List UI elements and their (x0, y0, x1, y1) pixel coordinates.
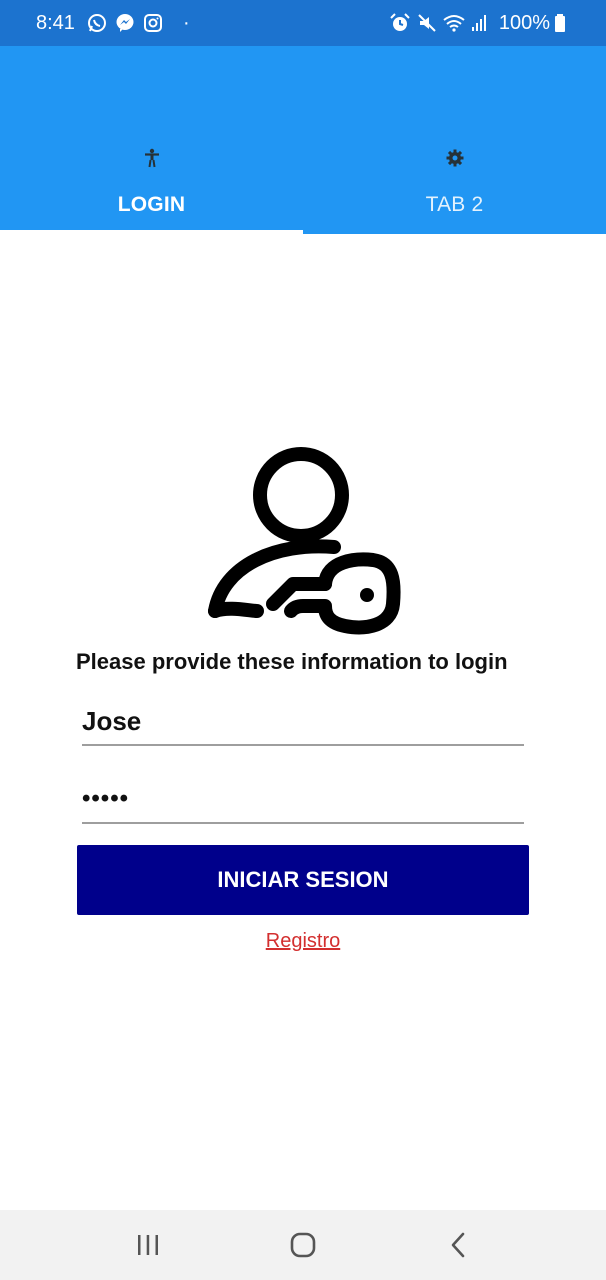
home-icon (290, 1232, 316, 1258)
tab-bar: LOGIN TAB 2 (0, 46, 606, 234)
login-prompt: Please provide these information to logi… (76, 649, 508, 674)
gear-icon (445, 148, 465, 168)
back-icon (452, 1232, 465, 1258)
notification-dot: · (182, 12, 190, 34)
status-time: 8:41 (36, 11, 75, 34)
messenger-icon (115, 13, 135, 33)
user-key-icon (208, 447, 401, 635)
battery-icon (554, 13, 566, 33)
wifi-icon (443, 13, 465, 33)
login-button[interactable]: INICIAR SESION (77, 845, 529, 915)
tab-2[interactable]: TAB 2 (303, 46, 606, 234)
home-button[interactable] (273, 1215, 333, 1275)
system-nav-bar (0, 1210, 606, 1280)
battery-label: 100% (498, 11, 550, 34)
alarm-icon (389, 13, 411, 33)
register-link[interactable]: Registro (0, 930, 606, 953)
login-page: Please provide these information to logi… (0, 234, 606, 1210)
tab-login-label: LOGIN (117, 193, 186, 216)
tab-2-label: TAB 2 (425, 193, 484, 216)
status-right: 100% (389, 12, 572, 35)
instagram-icon (143, 13, 163, 33)
status-bar: 8:41 · 100% (0, 0, 606, 46)
accessibility-icon (142, 148, 162, 168)
whatsapp-icon (87, 13, 107, 33)
username-field[interactable] (82, 698, 524, 746)
status-left: 8:41 · (36, 12, 190, 35)
mute-icon (417, 13, 437, 33)
tab-login[interactable]: LOGIN (0, 46, 303, 234)
recent-apps-button[interactable] (118, 1215, 178, 1275)
recent-apps-icon (137, 1235, 158, 1255)
password-field[interactable] (82, 776, 524, 824)
signal-icon (471, 13, 489, 33)
back-button[interactable] (428, 1215, 488, 1275)
